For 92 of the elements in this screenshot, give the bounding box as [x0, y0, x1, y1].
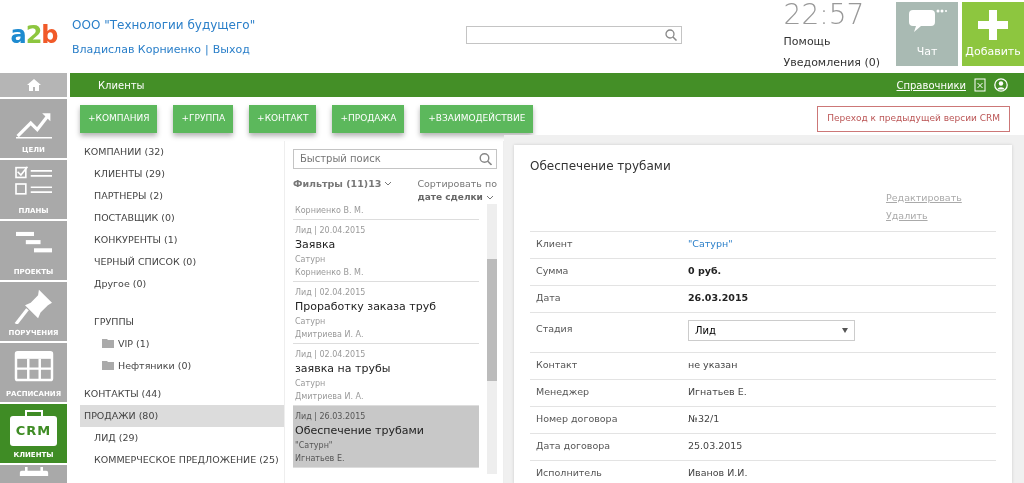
home-button[interactable] [0, 73, 67, 97]
field-label: Менеджер [536, 385, 591, 400]
add-action-button[interactable]: +ПРОДАЖА [332, 105, 405, 133]
field-label: Дата [536, 291, 562, 306]
rail-item[interactable] [0, 465, 67, 483]
tree-item[interactable]: КОММЕРЧЕСКОЕ ПРЕДЛОЖЕНИЕ (25) [80, 448, 284, 471]
deal-manager: Корниенко В. М. [295, 205, 365, 218]
deal-manager: Корниенко В. М. [295, 267, 365, 280]
filters-dropdown[interactable]: Фильтры (11)13 [293, 176, 391, 191]
field-label: Контакт [536, 358, 579, 373]
deal-meta: Лид | 02.04.2015 [295, 287, 367, 300]
deal-client: Сатурн [295, 378, 327, 391]
search-field[interactable] [466, 26, 682, 44]
field-label: Исполнитель [536, 466, 603, 481]
deal-manager: Дмитриева И. А. [295, 329, 365, 342]
field-value: 25.03.2015 [688, 439, 743, 454]
company-name: ООО "Технологии будущего" [72, 17, 257, 34]
field-value: Иванов И.И. [688, 466, 748, 481]
field-label: Клиент [536, 237, 574, 252]
logout-link[interactable]: Выход [212, 42, 250, 59]
tree-item[interactable]: ЧЕРНЫЙ СПИСОК (0) [80, 250, 284, 273]
deal-title: Заявка [295, 237, 337, 254]
deal-title: Проработку заказа труб [295, 299, 438, 316]
directories-link[interactable]: Справочники [896, 77, 966, 93]
tree-item[interactable]: ЛИД (29) [80, 426, 284, 449]
tree-item[interactable]: VIP (1) [80, 332, 284, 355]
separator: | [205, 42, 209, 58]
client-link[interactable]: "Сатурн" [688, 237, 733, 252]
sort-label: Сортировать по [417, 176, 497, 191]
tree-item[interactable]: ПРОДАЖИ (80) [80, 404, 284, 427]
add-action-button[interactable]: +ВЗАИМОДЕЙСТВИЕ [420, 105, 534, 133]
deal-meta: Лид | 20.04.2015 [295, 225, 367, 238]
crm-badge: CRM [9, 416, 58, 446]
folder-icon [102, 361, 114, 370]
quick-search-field[interactable]: Быстрый поиск [293, 148, 497, 169]
add-action-button[interactable]: +ГРУППА [173, 105, 234, 133]
deal-title: Обеспечение трубами [530, 157, 672, 175]
tree-item[interactable]: Нефтяники (0) [80, 354, 284, 377]
excel-icon [974, 78, 986, 92]
tree-item[interactable]: КОНТАКТЫ (44) [80, 382, 284, 405]
user-icon [994, 78, 1008, 92]
field-label: Стадия [536, 321, 574, 336]
folder-icon [102, 339, 114, 348]
logo[interactable]: a2b [0, 0, 68, 70]
tree-item[interactable]: ПОСТАВЩИК (0) [80, 206, 284, 229]
briefcase-handle-icon [23, 410, 44, 416]
stage-select[interactable]: Лид [688, 319, 855, 341]
tree-item[interactable]: КЛИЕНТЫ (29) [80, 162, 284, 185]
add-action-button[interactable]: +КОМПАНИЯ [80, 105, 158, 133]
user-link[interactable]: Владислав Корниенко [72, 42, 202, 59]
home-icon [26, 79, 41, 91]
tree-item[interactable]: ПАРТНЕРЫ (2) [80, 184, 284, 207]
scrollbar[interactable] [487, 204, 497, 475]
tree-item[interactable]: КОМПАНИИ (32) [80, 140, 284, 163]
chevron-down-icon [486, 195, 493, 200]
deal-client: "Сатурн" [295, 440, 334, 453]
clock: 22:57 [783, 0, 866, 30]
search-icon [665, 29, 677, 41]
search-icon [479, 152, 492, 165]
dropdown-arrow-icon [842, 327, 848, 333]
plus-icon [978, 9, 1008, 40]
deal-client: Сатурн [295, 254, 327, 267]
deal-manager: Дмитриева И. А. [295, 391, 365, 404]
field-label: Номер договора [536, 412, 619, 427]
help-link[interactable]: Помощь [783, 34, 880, 51]
field-label: Дата договора [536, 439, 612, 454]
field-value: Игнатьев Е. [688, 385, 747, 400]
field-value: не указан [688, 358, 738, 373]
tree-item[interactable]: ГРУППЫ [80, 310, 284, 333]
deal-item[interactable]: Корниенко В. М. [293, 204, 479, 221]
deal-manager: Игнатьев Е. [295, 453, 346, 466]
tree-item[interactable]: Другое (0) [80, 272, 284, 295]
deal-item[interactable]: Лид | 26.03.2015 Обеспечение трубами "Сатурн" Игнатьев Е. [293, 406, 479, 469]
section-title: Клиенты [97, 78, 145, 93]
chevron-down-icon [384, 182, 391, 186]
add-action-button[interactable]: +КОНТАКТ [249, 105, 317, 133]
tasks-icon [13, 287, 54, 324]
field-value: 26.03.2015 [688, 291, 749, 306]
deal-meta: Лид | 02.04.2015 [295, 349, 367, 362]
field-label: Сумма [536, 264, 570, 279]
deal-item[interactable]: Лид | 20.04.2015 Заявка Сатурн Корниенко В. М. [293, 220, 479, 283]
deal-title: заявка на трубы [295, 361, 392, 378]
deal-meta: Лид | 26.03.2015 [295, 411, 367, 424]
deal-title: Обеспечение трубами [295, 423, 425, 440]
field-value: 0 руб. [688, 264, 722, 279]
field-value: №32/1 [688, 412, 720, 427]
tree-item[interactable]: КОНКУРЕНТЫ (1) [80, 228, 284, 251]
notifications-link[interactable]: Уведомления (0) [783, 54, 880, 71]
deal-item[interactable]: Лид | 02.04.2015 Проработку заказа труб Сатурн Дмитриева И. А. [293, 282, 479, 345]
deal-client: Сатурн [295, 316, 327, 329]
sort-dropdown[interactable]: дате сделки [417, 190, 493, 205]
previous-version-button[interactable]: Переход к предыдущей версии CRM [817, 106, 1010, 132]
